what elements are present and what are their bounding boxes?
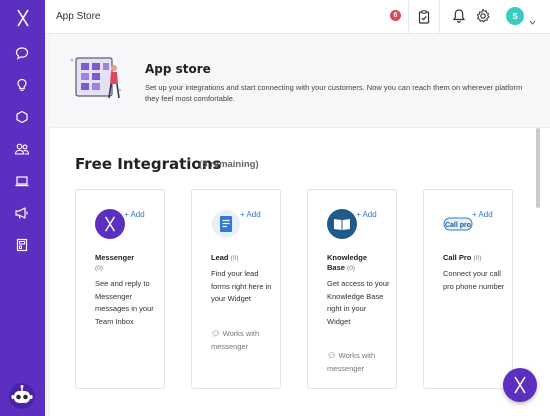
card-description: See and reply to Messenger messages in y… <box>95 279 154 326</box>
calculator-icon[interactable] <box>12 235 32 255</box>
app-store-illustration-icon <box>68 50 124 106</box>
card-count: (0) <box>95 265 103 272</box>
bell-icon[interactable] <box>451 8 467 24</box>
hexagon-icon[interactable] <box>12 107 32 127</box>
page-title: App Store <box>56 11 101 22</box>
chat-bubble-icon: 💬︎ <box>327 351 337 360</box>
integration-card-knowledge-base: + Add Knowledge Base (0) Get access to y… <box>307 189 397 389</box>
callpro-logo-icon: Call pro <box>443 209 473 239</box>
integration-card-messenger: + Add Messenger (0) See and reply to Mess… <box>75 189 165 389</box>
card-name: Messenger (0) <box>95 253 135 272</box>
gear-icon[interactable] <box>475 8 491 24</box>
card-count: (0) <box>473 255 482 262</box>
add-button[interactable]: + Add <box>472 210 493 219</box>
divider <box>408 0 409 34</box>
avatar[interactable]: S <box>506 7 524 25</box>
sidebar <box>0 0 45 416</box>
robot-assistant-icon[interactable] <box>8 382 36 410</box>
add-button[interactable]: + Add <box>356 210 377 219</box>
card-name: Lead (0) <box>211 253 239 262</box>
add-button[interactable]: + Add <box>124 210 145 219</box>
remaining-count: (5 remaining) <box>199 159 259 170</box>
works-with-label: 💬︎ Works with messenger <box>327 351 376 373</box>
add-button[interactable]: + Add <box>240 210 261 219</box>
integration-card-call-pro: Call pro + Add Call Pro (0) Connect your… <box>423 189 513 389</box>
clipboard-check-icon[interactable] <box>416 9 432 25</box>
card-count: (0) <box>230 255 239 262</box>
document-icon <box>211 209 241 239</box>
divider <box>439 0 440 34</box>
messenger-icon <box>95 209 125 239</box>
laptop-icon[interactable] <box>12 171 32 191</box>
header-description: Set up your integrations and start conne… <box>145 83 523 103</box>
notification-badge[interactable]: 6 <box>390 10 401 21</box>
book-icon <box>327 209 357 239</box>
messenger-launcher-button[interactable] <box>503 368 537 402</box>
app-store-header: App store Set up your integrations and s… <box>50 34 550 128</box>
works-with-label: 💬︎ Works with messenger <box>211 329 260 351</box>
users-icon[interactable] <box>12 139 32 159</box>
chevron-down-icon[interactable] <box>529 13 536 25</box>
main-content: App store Set up your integrations and s… <box>50 34 550 416</box>
card-count: (0) <box>347 265 355 272</box>
messenger-icon <box>514 376 526 394</box>
card-name: Knowledge Base (0) <box>327 253 368 272</box>
megaphone-icon[interactable] <box>12 203 32 223</box>
card-name: Call Pro (0) <box>443 253 482 262</box>
lightbulb-icon[interactable] <box>12 75 32 95</box>
card-description: Get access to your Knowledge Base right … <box>327 279 390 326</box>
card-description: Find your lead forms right here in your … <box>211 269 272 303</box>
header-title: App store <box>145 62 211 76</box>
card-description: Connect your call pro phone number <box>443 269 505 291</box>
app-logo-icon[interactable] <box>12 7 34 29</box>
chat-bubble-icon: 💬︎ <box>211 329 221 338</box>
top-bar: App Store 6 S <box>45 0 550 34</box>
integration-card-lead: + Add Lead (0) Find your lead forms righ… <box>191 189 281 389</box>
chat-bubble-icon[interactable] <box>12 43 32 63</box>
svg-text:Call pro: Call pro <box>445 222 471 229</box>
scrollbar[interactable] <box>536 128 540 208</box>
